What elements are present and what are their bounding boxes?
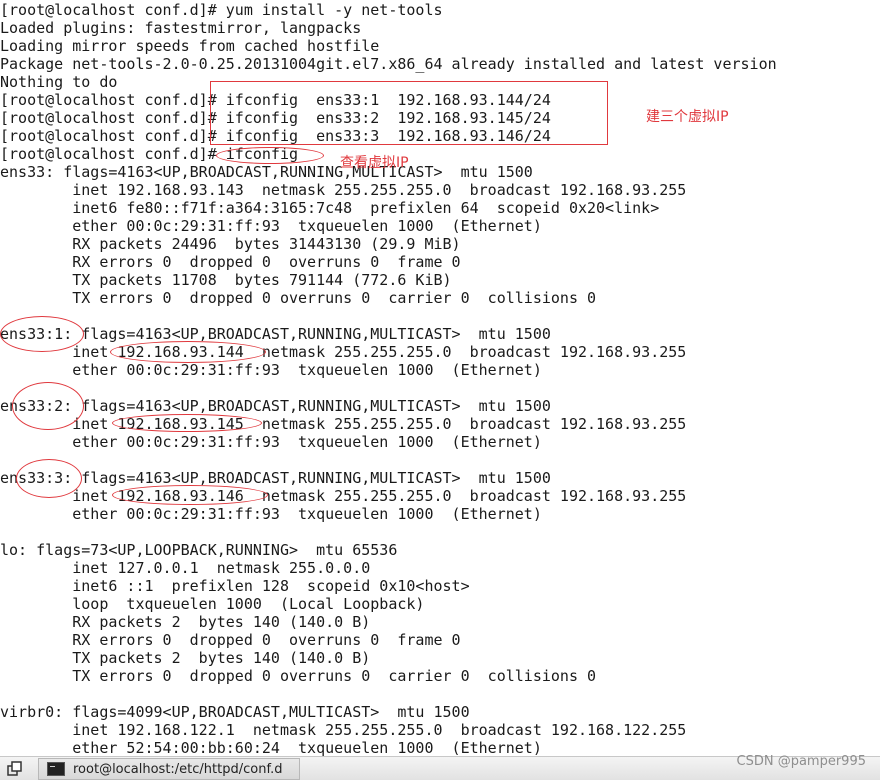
terminal-line: RX errors 0 dropped 0 overruns 0 frame 0 <box>0 253 461 271</box>
terminal-line: loop txqueuelen 1000 (Local Loopback) <box>0 595 425 613</box>
watermark: CSDN @pamper995 <box>736 754 867 769</box>
terminal-line: inet 192.168.93.146 netmask 255.255.255.… <box>0 487 687 505</box>
taskbar-item-label: root@localhost:/etc/httpd/conf.d <box>73 761 283 777</box>
terminal-line: ens33:1: flags=4163<UP,BROADCAST,RUNNING… <box>0 325 551 343</box>
terminal-line: Nothing to do <box>0 73 118 91</box>
terminal-line: Package net-tools-2.0-0.25.20131004git.e… <box>0 55 777 73</box>
terminal-line: [root@localhost conf.d]# yum install -y … <box>0 1 443 19</box>
terminal-output: [root@localhost conf.d]# yum install -y … <box>0 1 777 756</box>
terminal-line: inet 192.168.93.145 netmask 255.255.255.… <box>0 415 687 433</box>
terminal-line: inet 192.168.93.144 netmask 255.255.255.… <box>0 343 687 361</box>
terminal-line: inet6 ::1 prefixlen 128 scopeid 0x10<hos… <box>0 577 470 595</box>
terminal-line: lo: flags=73<UP,LOOPBACK,RUNNING> mtu 65… <box>0 541 398 559</box>
terminal-line: ether 00:0c:29:31:ff:93 txqueuelen 1000 … <box>0 361 542 379</box>
taskbar-terminal-item[interactable]: root@localhost:/etc/httpd/conf.d <box>38 758 300 780</box>
terminal-line: ens33: flags=4163<UP,BROADCAST,RUNNING,M… <box>0 163 533 181</box>
terminal-line: ether 00:0c:29:31:ff:93 txqueuelen 1000 … <box>0 217 542 235</box>
terminal-line: TX errors 0 dropped 0 overruns 0 carrier… <box>0 289 597 307</box>
terminal-line: inet6 fe80::f71f:a364:3165:7c48 prefixle… <box>0 199 660 217</box>
terminal-icon <box>47 762 65 776</box>
terminal-line: ens33:2: flags=4163<UP,BROADCAST,RUNNING… <box>0 397 551 415</box>
screen: [root@localhost conf.d]# yum install -y … <box>0 0 880 780</box>
terminal-line: [root@localhost conf.d]# ifconfig ens33:… <box>0 127 551 145</box>
terminal-line: [root@localhost conf.d]# ifconfig <box>0 145 299 163</box>
terminal-line: Loaded plugins: fastestmirror, langpacks <box>0 19 362 37</box>
terminal-line: [root@localhost conf.d]# ifconfig ens33:… <box>0 91 551 109</box>
terminal-line: TX packets 11708 bytes 791144 (772.6 KiB… <box>0 271 452 289</box>
terminal-line: ether 52:54:00:bb:60:24 txqueuelen 1000 … <box>0 739 542 756</box>
terminal-line: TX errors 0 dropped 0 overruns 0 carrier… <box>0 667 597 685</box>
show-desktop-button[interactable] <box>3 760 27 778</box>
terminal-line: [root@localhost conf.d]# ifconfig ens33:… <box>0 109 551 127</box>
terminal-line: inet 192.168.93.143 netmask 255.255.255.… <box>0 181 687 199</box>
show-desktop-icon <box>7 761 22 776</box>
terminal-line: ether 00:0c:29:31:ff:93 txqueuelen 1000 … <box>0 433 542 451</box>
terminal-window[interactable]: [root@localhost conf.d]# yum install -y … <box>0 0 880 756</box>
terminal-line: RX packets 2 bytes 140 (140.0 B) <box>0 613 371 631</box>
terminal-line: ether 00:0c:29:31:ff:93 txqueuelen 1000 … <box>0 505 542 523</box>
terminal-line: inet 127.0.0.1 netmask 255.0.0.0 <box>0 559 371 577</box>
terminal-line: inet 192.168.122.1 netmask 255.255.255.0… <box>0 721 687 739</box>
terminal-line: ens33:3: flags=4163<UP,BROADCAST,RUNNING… <box>0 469 551 487</box>
terminal-line: RX errors 0 dropped 0 overruns 0 frame 0 <box>0 631 461 649</box>
terminal-line: virbr0: flags=4099<UP,BROADCAST,MULTICAS… <box>0 703 470 721</box>
terminal-line: TX packets 2 bytes 140 (140.0 B) <box>0 649 371 667</box>
terminal-line: RX packets 24496 bytes 31443130 (29.9 Mi… <box>0 235 461 253</box>
terminal-line: Loading mirror speeds from cached hostfi… <box>0 37 380 55</box>
